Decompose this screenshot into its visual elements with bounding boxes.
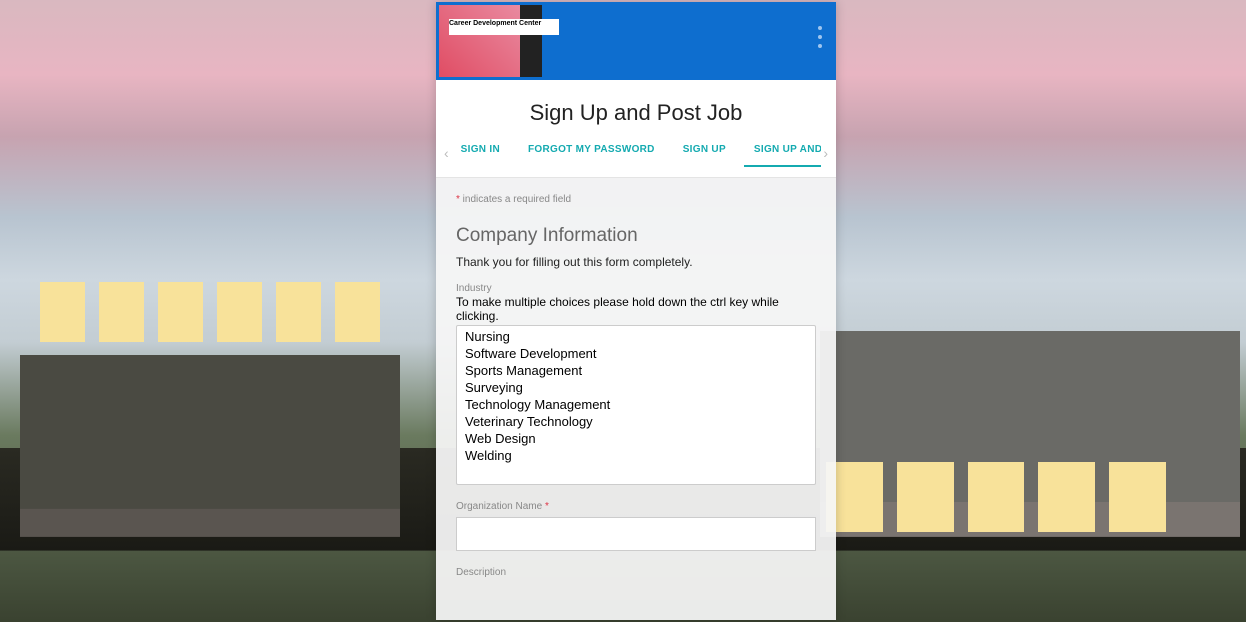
tab-scroll-left[interactable]: ‹ <box>442 145 451 161</box>
page-title: Sign Up and Post Job <box>436 80 836 138</box>
industry-option[interactable]: Nursing <box>459 328 813 345</box>
tab-scroll-right[interactable]: › <box>821 145 830 161</box>
description-label: Description <box>456 567 816 578</box>
industry-label: Industry <box>456 283 816 294</box>
industry-option[interactable]: Sports Management <box>459 362 813 379</box>
thanks-text: Thank you for filling out this form comp… <box>456 255 816 269</box>
organization-name-input[interactable] <box>456 517 816 551</box>
industry-option[interactable]: Veterinary Technology <box>459 413 813 430</box>
industry-hint: To make multiple choices please hold dow… <box>456 295 816 323</box>
form-panel: Sign Up and Post Job ‹ SIGN IN FORGOT MY… <box>436 2 836 620</box>
tab-bar: ‹ SIGN IN FORGOT MY PASSWORD SIGN UP SIG… <box>436 138 836 178</box>
industry-option[interactable]: Software Development <box>459 345 813 362</box>
kebab-menu-icon[interactable] <box>818 26 822 48</box>
tab-sign-in[interactable]: SIGN IN <box>451 138 510 167</box>
panel-header <box>436 2 836 80</box>
tab-sign-up-and-post[interactable]: SIGN UP AND POS <box>744 138 821 167</box>
industry-select[interactable]: NursingSoftware DevelopmentSports Manage… <box>456 325 816 485</box>
industry-option[interactable]: Surveying <box>459 379 813 396</box>
tab-forgot-password[interactable]: FORGOT MY PASSWORD <box>518 138 665 167</box>
industry-option[interactable]: Web Design <box>459 430 813 447</box>
organization-name-label: Organization Name * <box>456 501 816 512</box>
tab-sign-up[interactable]: SIGN UP <box>673 138 736 167</box>
industry-option[interactable]: Technology Management <box>459 396 813 413</box>
form-content: * indicates a required field Company Inf… <box>436 178 836 620</box>
section-heading-company-info: Company Information <box>456 225 816 247</box>
required-note: * indicates a required field <box>456 194 816 205</box>
cdc-logo <box>439 5 574 77</box>
industry-option[interactable]: Welding <box>459 447 813 464</box>
